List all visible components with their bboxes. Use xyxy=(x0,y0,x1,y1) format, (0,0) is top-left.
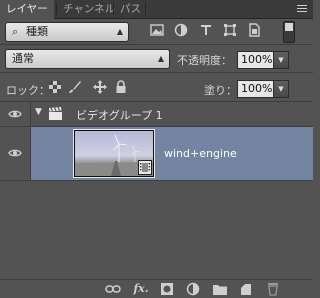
fx-icon[interactable]: fx. xyxy=(133,282,149,296)
trash-icon[interactable] xyxy=(265,282,281,296)
divider xyxy=(0,72,313,73)
eye-icon[interactable] xyxy=(8,148,22,158)
layers-panel: レイヤー チャンネル パス ⌕ 種類 ▲ 通常 ▲ 不透明度： 100% ▼ ロ… xyxy=(0,0,313,298)
video-layer-badge-icon xyxy=(138,160,152,175)
new-group-icon[interactable] xyxy=(212,282,228,296)
group-layer-name[interactable]: ビデオグループ 1 xyxy=(76,107,163,123)
blend-mode-label: 通常 xyxy=(12,52,34,65)
visibility-cell[interactable] xyxy=(0,127,31,180)
opacity-input[interactable]: 100% xyxy=(237,51,275,69)
blend-mode-dropdown[interactable]: 通常 ▲ xyxy=(5,49,170,69)
lock-label: ロック： xyxy=(6,84,50,97)
updown-arrows-icon: ▲ xyxy=(157,54,164,63)
type-filter-icon[interactable] xyxy=(199,23,213,37)
tab-divider xyxy=(145,3,146,15)
lock-transparent-pixels-icon[interactable] xyxy=(49,81,61,93)
eye-icon[interactable] xyxy=(8,109,22,119)
updown-arrows-icon: ▲ xyxy=(116,27,123,36)
tab-layers[interactable]: レイヤー xyxy=(0,0,54,19)
opacity-label: 不透明度： xyxy=(177,54,232,67)
filter-kind-label: 種類 xyxy=(26,25,48,38)
lock-image-pixels-icon[interactable] xyxy=(68,80,82,94)
expand-triangle-icon[interactable]: ▼ xyxy=(35,107,42,117)
new-layer-icon[interactable] xyxy=(238,282,254,296)
layer-row-video[interactable]: wind+engine xyxy=(0,127,313,181)
video-layer-name[interactable]: wind+engine xyxy=(164,147,237,160)
search-icon: ⌕ xyxy=(12,25,19,38)
lock-all-icon[interactable] xyxy=(115,80,127,94)
fill-input[interactable]: 100% xyxy=(237,80,275,98)
panel-menu-icon[interactable] xyxy=(297,3,307,15)
divider xyxy=(0,44,313,45)
lock-position-icon[interactable] xyxy=(93,80,107,94)
fill-label: 塗り： xyxy=(204,84,237,97)
shape-filter-icon[interactable] xyxy=(223,23,237,37)
visibility-cell[interactable] xyxy=(0,102,31,126)
link-layers-icon[interactable] xyxy=(105,282,121,296)
panel-tab-bar: レイヤー チャンネル パス xyxy=(0,0,313,19)
adjustment-layer-icon[interactable] xyxy=(185,282,201,296)
layer-row-group[interactable]: ▼ ビデオグループ 1 xyxy=(0,102,313,127)
video-group-icon xyxy=(49,107,62,120)
smart-object-filter-icon[interactable] xyxy=(247,23,261,37)
pixel-layer-filter-icon[interactable] xyxy=(150,23,164,37)
adjustment-filter-icon[interactable] xyxy=(174,23,188,37)
filter-toggle[interactable] xyxy=(283,21,295,43)
tab-channels[interactable]: チャンネル xyxy=(57,0,121,18)
opacity-slider-button[interactable]: ▼ xyxy=(273,51,289,69)
tab-paths[interactable]: パス xyxy=(114,0,147,18)
layer-mask-icon[interactable] xyxy=(159,282,175,296)
filter-kind-dropdown[interactable]: ⌕ 種類 ▲ xyxy=(5,22,129,42)
layers-bottom-toolbar: fx. xyxy=(0,279,313,298)
layer-thumbnail[interactable] xyxy=(73,129,155,178)
fill-slider-button[interactable]: ▼ xyxy=(273,80,289,98)
